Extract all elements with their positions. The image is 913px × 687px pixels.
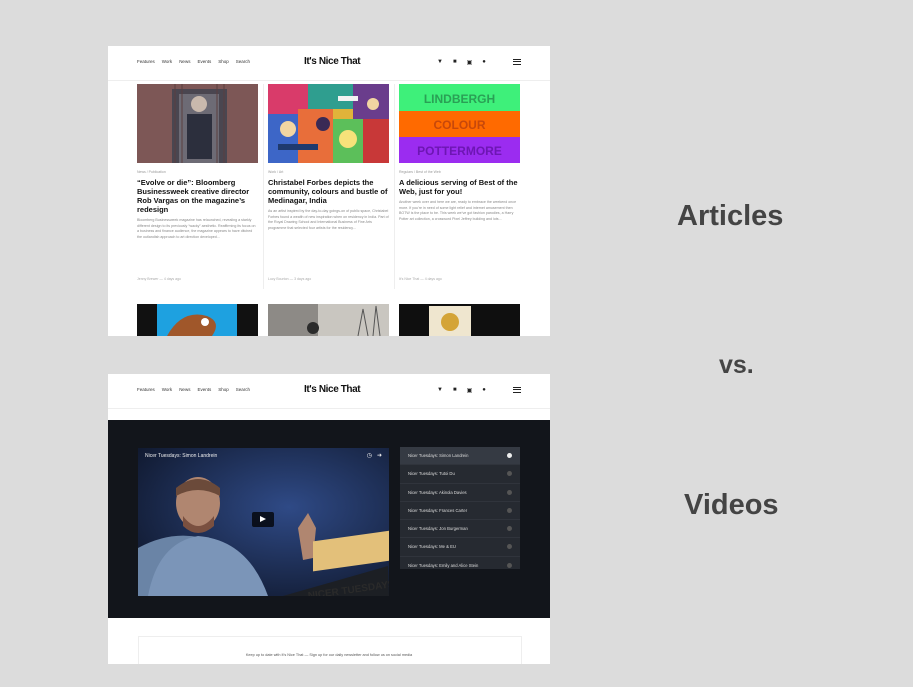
nav-link-events[interactable]: Events <box>197 387 211 392</box>
facebook-icon[interactable]: ■ <box>453 387 457 394</box>
playlist-item[interactable]: Nicer Tuesdays: Jon Burgerman <box>400 520 520 539</box>
article-thumbnail[interactable]: LINDBERGH COLOUR POTTERMORE <box>399 84 520 163</box>
newsletter-text[interactable]: Keep up to date with It's Nice That — Si… <box>108 653 550 657</box>
video-playlist: Nicer Tuesdays: Simon Landrein Nicer Tue… <box>400 447 520 569</box>
poster-image: LINDBERGH COLOUR POTTERMORE <box>399 84 520 163</box>
article-card[interactable]: LINDBERGH COLOUR POTTERMORE Regulars / B… <box>399 84 520 222</box>
article-thumbnail[interactable] <box>399 304 520 336</box>
play-icon <box>507 507 512 513</box>
nav-link-news[interactable]: News <box>179 387 190 392</box>
photo-image <box>268 304 389 336</box>
instagram-icon[interactable]: ▣ <box>467 59 473 66</box>
portrait-image <box>137 84 258 163</box>
facebook-icon[interactable]: ■ <box>453 59 457 66</box>
article-card[interactable]: Work / Art Christabel Forbes depicts the… <box>268 84 389 231</box>
twitter-icon[interactable]: ▼ <box>437 59 443 66</box>
column-divider <box>263 84 264 289</box>
video-player[interactable]: NICER TUESDAYS Nicer Tuesdays: Simon Lan… <box>138 448 389 596</box>
play-icon <box>507 453 512 458</box>
article-thumbnail[interactable] <box>137 84 258 163</box>
article-category[interactable]: Work / Art <box>268 170 389 175</box>
article-meta: Lucy Bourton — 3 days ago <box>268 277 312 281</box>
nav-link-work[interactable]: Work <box>162 59 172 64</box>
social-links: ▼ ■ ▣ ● <box>437 387 486 394</box>
nav-link-news[interactable]: News <box>179 59 190 64</box>
site-header: Features Work News Events Shop Search It… <box>108 46 550 81</box>
site-header: Features Work News Events Shop Search It… <box>108 374 550 409</box>
youtube-icon[interactable]: ● <box>482 59 486 66</box>
playlist-item[interactable]: Nicer Tuesdays: Emily and Alice Stein <box>400 557 520 574</box>
article-category[interactable]: Regulars / Best of the Web <box>399 170 520 175</box>
instagram-icon[interactable]: ▣ <box>467 387 473 394</box>
playlist-item[interactable]: Nicer Tuesdays: Me & EU <box>400 538 520 557</box>
nav-link-shop[interactable]: Shop <box>218 59 229 64</box>
playlist-item[interactable]: Nicer Tuesdays: Frances Carter <box>400 502 520 521</box>
clock-icon[interactable]: ◷ <box>367 452 372 459</box>
article-thumbnail[interactable] <box>268 304 389 336</box>
article-category[interactable]: News / Publication <box>137 170 258 175</box>
illustration-image <box>268 84 389 163</box>
article-card[interactable]: News / Publication “Evolve or die”: Bloo… <box>137 84 258 240</box>
youtube-icon[interactable]: ● <box>482 387 486 394</box>
photo-image <box>399 304 520 336</box>
menu-icon[interactable] <box>513 385 521 394</box>
article-thumbnail[interactable] <box>268 84 389 163</box>
label-vs: vs. <box>719 351 754 379</box>
twitter-icon[interactable]: ▼ <box>437 387 443 394</box>
social-links: ▼ ■ ▣ ● <box>437 59 486 66</box>
play-icon <box>507 489 512 495</box>
play-icon <box>507 526 512 532</box>
column-divider <box>394 84 395 289</box>
article-excerpt: Bloomberg Businessweek magazine has rela… <box>137 218 256 239</box>
main-nav: Features Work News Events Shop Search <box>137 59 250 64</box>
site-logo[interactable]: It's Nice That <box>304 384 361 395</box>
articles-screenshot: Features Work News Events Shop Search It… <box>108 46 550 336</box>
site-logo[interactable]: It's Nice That <box>304 56 361 67</box>
nav-link-features[interactable]: Features <box>137 59 155 64</box>
play-button[interactable] <box>252 512 274 527</box>
poster-word: LINDBERGH <box>424 92 495 106</box>
playlist-item[interactable]: Nicer Tuesdays: Simon Landrein <box>400 447 520 466</box>
play-icon <box>260 516 266 522</box>
nav-link-shop[interactable]: Shop <box>218 387 229 392</box>
newsletter-box <box>138 636 522 664</box>
nav-link-work[interactable]: Work <box>162 387 172 392</box>
videos-screenshot: Features Work News Events Shop Search It… <box>108 374 550 664</box>
article-meta: Jenny Brewer — 4 days ago <box>137 277 181 281</box>
label-videos: Videos <box>684 489 779 521</box>
illustration-image <box>137 304 258 336</box>
poster-word: POTTERMORE <box>417 144 502 158</box>
share-icon[interactable]: ➜ <box>377 452 382 459</box>
play-icon <box>507 544 512 550</box>
article-excerpt: Another week over and here we are, ready… <box>399 200 517 221</box>
video-section: NICER TUESDAYS Nicer Tuesdays: Simon Lan… <box>108 420 550 618</box>
play-icon <box>507 562 512 568</box>
play-icon <box>507 471 512 477</box>
menu-icon[interactable] <box>513 57 521 66</box>
label-articles: Articles <box>677 200 784 232</box>
video-title[interactable]: Nicer Tuesdays: Simon Landrein <box>145 453 217 459</box>
nav-link-features[interactable]: Features <box>137 387 155 392</box>
playlist-item[interactable]: Nicer Tuesdays: Akinola Davies <box>400 484 520 502</box>
main-nav: Features Work News Events Shop Search <box>137 387 250 392</box>
article-excerpt: As an artist inspired by the day-to-day … <box>268 209 389 230</box>
article-title[interactable]: A delicious serving of Best of the Web, … <box>399 178 520 196</box>
article-thumbnail[interactable] <box>137 304 258 336</box>
article-title[interactable]: Christabel Forbes depicts the community,… <box>268 178 389 205</box>
poster-word: COLOUR <box>434 118 486 132</box>
article-title[interactable]: “Evolve or die”: Bloomberg Businessweek … <box>137 178 258 214</box>
playlist-item[interactable]: Nicer Tuesdays: Tutoi Du <box>400 465 520 484</box>
nav-link-events[interactable]: Events <box>197 59 211 64</box>
nav-link-search[interactable]: Search <box>236 59 250 64</box>
article-meta: It's Nice That — 4 days ago <box>399 277 442 281</box>
nav-link-search[interactable]: Search <box>236 387 250 392</box>
